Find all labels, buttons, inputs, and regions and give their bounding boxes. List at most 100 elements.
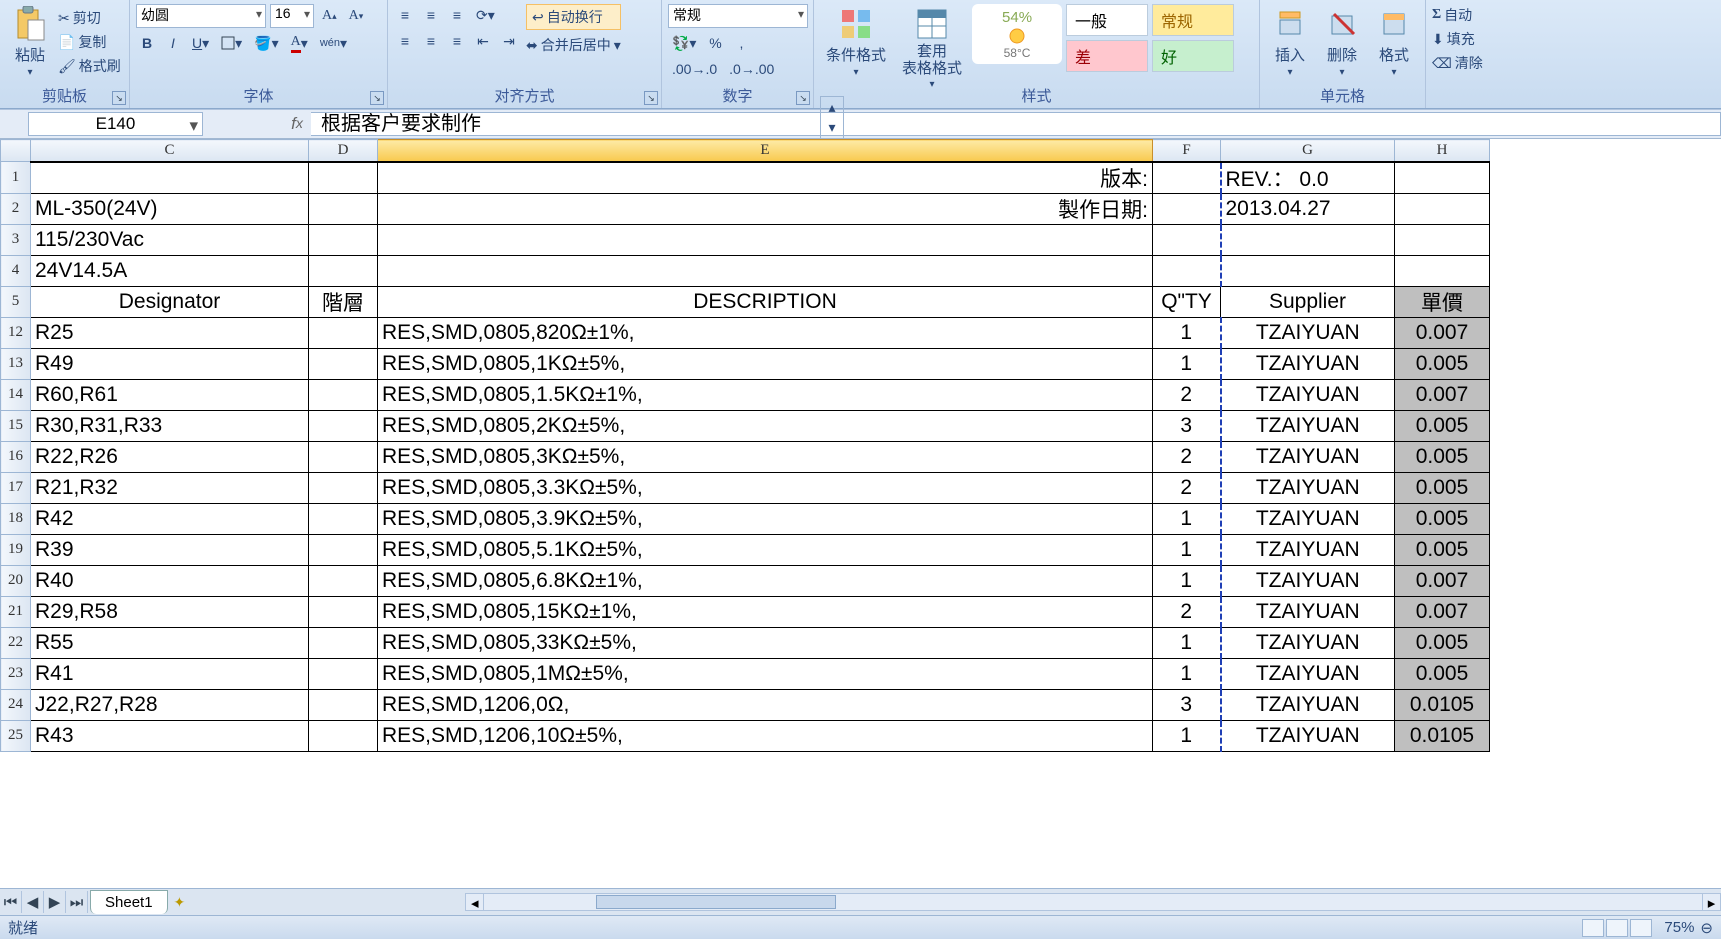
align-center-button[interactable]: ≡ [420,30,442,52]
fx-icon[interactable]: fx [283,110,311,138]
tab-sheet1[interactable]: Sheet1 [90,890,168,914]
align-bottom-button[interactable]: ≡ [446,4,468,26]
horizontal-scrollbar[interactable]: ◂ ▸ [465,893,1721,911]
increase-decimal-button[interactable]: .00→.0 [668,58,721,80]
cell-D16[interactable] [309,441,378,472]
style-bad[interactable]: 差 [1066,40,1148,72]
cell-E2[interactable]: 製作日期: [378,193,1153,224]
increase-font-button[interactable]: A▴ [318,5,341,27]
zoom-level[interactable]: 75% [1664,919,1694,936]
cell-H22[interactable]: 0.005 [1395,627,1490,658]
cell-E14[interactable]: RES,SMD,0805,1.5KΩ±1%, [378,379,1153,410]
formula-input[interactable]: 根据客户要求制作 [311,112,1721,136]
tab-nav-last[interactable]: ⏭ [66,891,88,913]
row-header-22[interactable]: 22 [1,627,31,658]
cell-G24[interactable]: TZAIYUAN [1221,689,1395,720]
cell-F2[interactable] [1153,193,1221,224]
row-header-20[interactable]: 20 [1,565,31,596]
comma-button[interactable]: , [730,32,752,54]
cell-C15[interactable]: R30,R31,R33 [31,410,309,441]
col-header-corner[interactable] [1,140,31,162]
cell-D14[interactable] [309,379,378,410]
cell-C1[interactable] [31,162,309,194]
accounting-button[interactable]: 💱▾ [668,32,700,54]
cell-F5[interactable]: Q"TY [1153,286,1221,317]
cell-G4[interactable] [1221,255,1395,286]
cell-H20[interactable]: 0.007 [1395,565,1490,596]
cell-C22[interactable]: R55 [31,627,309,658]
cell-F15[interactable]: 3 [1153,410,1221,441]
cell-D21[interactable] [309,596,378,627]
underline-button[interactable]: U ▾ [188,32,213,54]
number-launcher[interactable]: ↘ [796,91,810,105]
cell-E18[interactable]: RES,SMD,0805,3.9KΩ±5%, [378,503,1153,534]
col-header-D[interactable]: D [309,140,378,162]
cell-E5[interactable]: DESCRIPTION [378,286,1153,317]
zoom-out-button[interactable]: ⊖ [1700,919,1713,937]
decrease-indent-button[interactable]: ⇤ [472,30,494,52]
name-box[interactable]: E140 [28,112,203,136]
copy-button[interactable]: 📄复制 [58,31,121,53]
cell-G25[interactable]: TZAIYUAN [1221,720,1395,751]
cell-C14[interactable]: R60,R61 [31,379,309,410]
cell-H21[interactable]: 0.007 [1395,596,1490,627]
cell-G2[interactable]: 2013.04.27 [1221,193,1395,224]
phonetic-button[interactable]: wén▾ [316,32,351,54]
cut-button[interactable]: ✂剪切 [58,7,121,29]
conditional-format-button[interactable]: 条件格式▾ [820,4,892,80]
style-normal[interactable]: 一般 [1066,4,1148,36]
col-header-H[interactable]: H [1395,140,1490,162]
row-header-18[interactable]: 18 [1,503,31,534]
decrease-decimal-button[interactable]: .0→.00 [725,58,778,80]
cell-H16[interactable]: 0.005 [1395,441,1490,472]
cell-C5[interactable]: Designator [31,286,309,317]
row-header-21[interactable]: 21 [1,596,31,627]
cell-D22[interactable] [309,627,378,658]
row-header-16[interactable]: 16 [1,441,31,472]
cell-D25[interactable] [309,720,378,751]
delete-cells-button[interactable]: 删除▾ [1318,4,1366,80]
cell-E20[interactable]: RES,SMD,0805,6.8KΩ±1%, [378,565,1153,596]
number-format-select[interactable]: 常规 [668,4,808,28]
row-header-25[interactable]: 25 [1,720,31,751]
merge-center-button[interactable]: ⬌合并后居中▾ [526,34,621,56]
clipboard-launcher[interactable]: ↘ [112,91,126,105]
row-header-13[interactable]: 13 [1,348,31,379]
cell-D17[interactable] [309,472,378,503]
scroll-right-button[interactable]: ▸ [1702,894,1720,910]
increase-indent-button[interactable]: ⇥ [498,30,520,52]
cell-F13[interactable]: 1 [1153,348,1221,379]
cell-C17[interactable]: R21,R32 [31,472,309,503]
wrap-text-button[interactable]: ↩自动换行 [526,4,621,30]
cell-D15[interactable] [309,410,378,441]
cell-F25[interactable]: 1 [1153,720,1221,751]
cell-G12[interactable]: TZAIYUAN [1221,317,1395,348]
col-header-C[interactable]: C [31,140,309,162]
cell-G19[interactable]: TZAIYUAN [1221,534,1395,565]
col-header-E[interactable]: E [378,140,1153,162]
cell-E13[interactable]: RES,SMD,0805,1KΩ±5%, [378,348,1153,379]
fill-color-button[interactable]: 🪣▾ [250,32,282,54]
border-button[interactable]: ▾ [217,32,246,54]
cell-E4[interactable] [378,255,1153,286]
cell-G21[interactable]: TZAIYUAN [1221,596,1395,627]
fill-button[interactable]: ⬇填充 [1432,28,1715,50]
cell-H4[interactable] [1395,255,1490,286]
cell-G17[interactable]: TZAIYUAN [1221,472,1395,503]
cell-G22[interactable]: TZAIYUAN [1221,627,1395,658]
cell-E22[interactable]: RES,SMD,0805,33KΩ±5%, [378,627,1153,658]
cell-E17[interactable]: RES,SMD,0805,3.3KΩ±5%, [378,472,1153,503]
scroll-left-button[interactable]: ◂ [466,894,484,910]
format-cells-button[interactable]: 格式▾ [1370,4,1418,80]
cell-E23[interactable]: RES,SMD,0805,1MΩ±5%, [378,658,1153,689]
cell-C13[interactable]: R49 [31,348,309,379]
cell-C2[interactable]: ML-350(24V) [31,193,309,224]
orientation-button[interactable]: ⟳▾ [472,4,499,26]
cell-F4[interactable] [1153,255,1221,286]
cell-G20[interactable]: TZAIYUAN [1221,565,1395,596]
cell-D3[interactable] [309,224,378,255]
cell-E24[interactable]: RES,SMD,1206,0Ω, [378,689,1153,720]
cell-H24[interactable]: 0.0105 [1395,689,1490,720]
cell-D20[interactable] [309,565,378,596]
cell-D12[interactable] [309,317,378,348]
